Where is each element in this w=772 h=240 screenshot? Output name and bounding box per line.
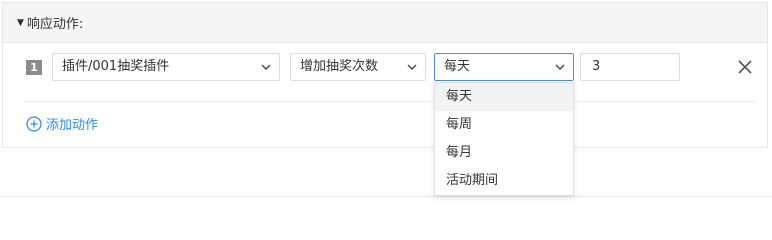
chevron-down-icon bbox=[555, 63, 565, 71]
period-option-campaign[interactable]: 活动期间 bbox=[435, 167, 573, 195]
period-select[interactable]: 每天 bbox=[434, 53, 574, 81]
plugin-select-value: 插件/001抽奖插件 bbox=[62, 59, 170, 74]
caret-down-icon[interactable]: ▼ bbox=[17, 18, 24, 28]
section-header[interactable]: ▼ 响应动作: bbox=[3, 3, 767, 43]
period-select-value: 每天 bbox=[444, 59, 471, 74]
operation-select-value: 增加抽奖次数 bbox=[300, 59, 379, 74]
plugin-select[interactable]: 插件/001抽奖插件 bbox=[52, 53, 280, 81]
divider bbox=[0, 196, 772, 197]
period-option-daily[interactable]: 每天 bbox=[435, 83, 573, 111]
add-action-button[interactable]: 添加动作 bbox=[26, 114, 98, 133]
period-option-monthly[interactable]: 每月 bbox=[435, 139, 573, 167]
period-dropdown-menu: 每天 每周 每月 活动期间 bbox=[434, 82, 574, 196]
divider bbox=[24, 101, 755, 102]
action-row: 1 插件/001抽奖插件 增加抽奖次数 每天 3 bbox=[24, 53, 764, 81]
remove-action-button[interactable] bbox=[736, 58, 754, 76]
close-icon bbox=[738, 60, 752, 74]
count-input-value: 3 bbox=[592, 59, 601, 74]
chevron-down-icon bbox=[261, 63, 271, 71]
add-action-label: 添加动作 bbox=[46, 118, 99, 133]
section-title: 响应动作: bbox=[26, 17, 84, 32]
plus-circle-icon bbox=[26, 115, 42, 132]
action-index-badge: 1 bbox=[26, 60, 42, 75]
period-option-weekly[interactable]: 每周 bbox=[435, 111, 573, 139]
chevron-down-icon bbox=[407, 63, 417, 71]
operation-select[interactable]: 增加抽奖次数 bbox=[290, 53, 426, 81]
count-input[interactable]: 3 bbox=[580, 53, 680, 81]
